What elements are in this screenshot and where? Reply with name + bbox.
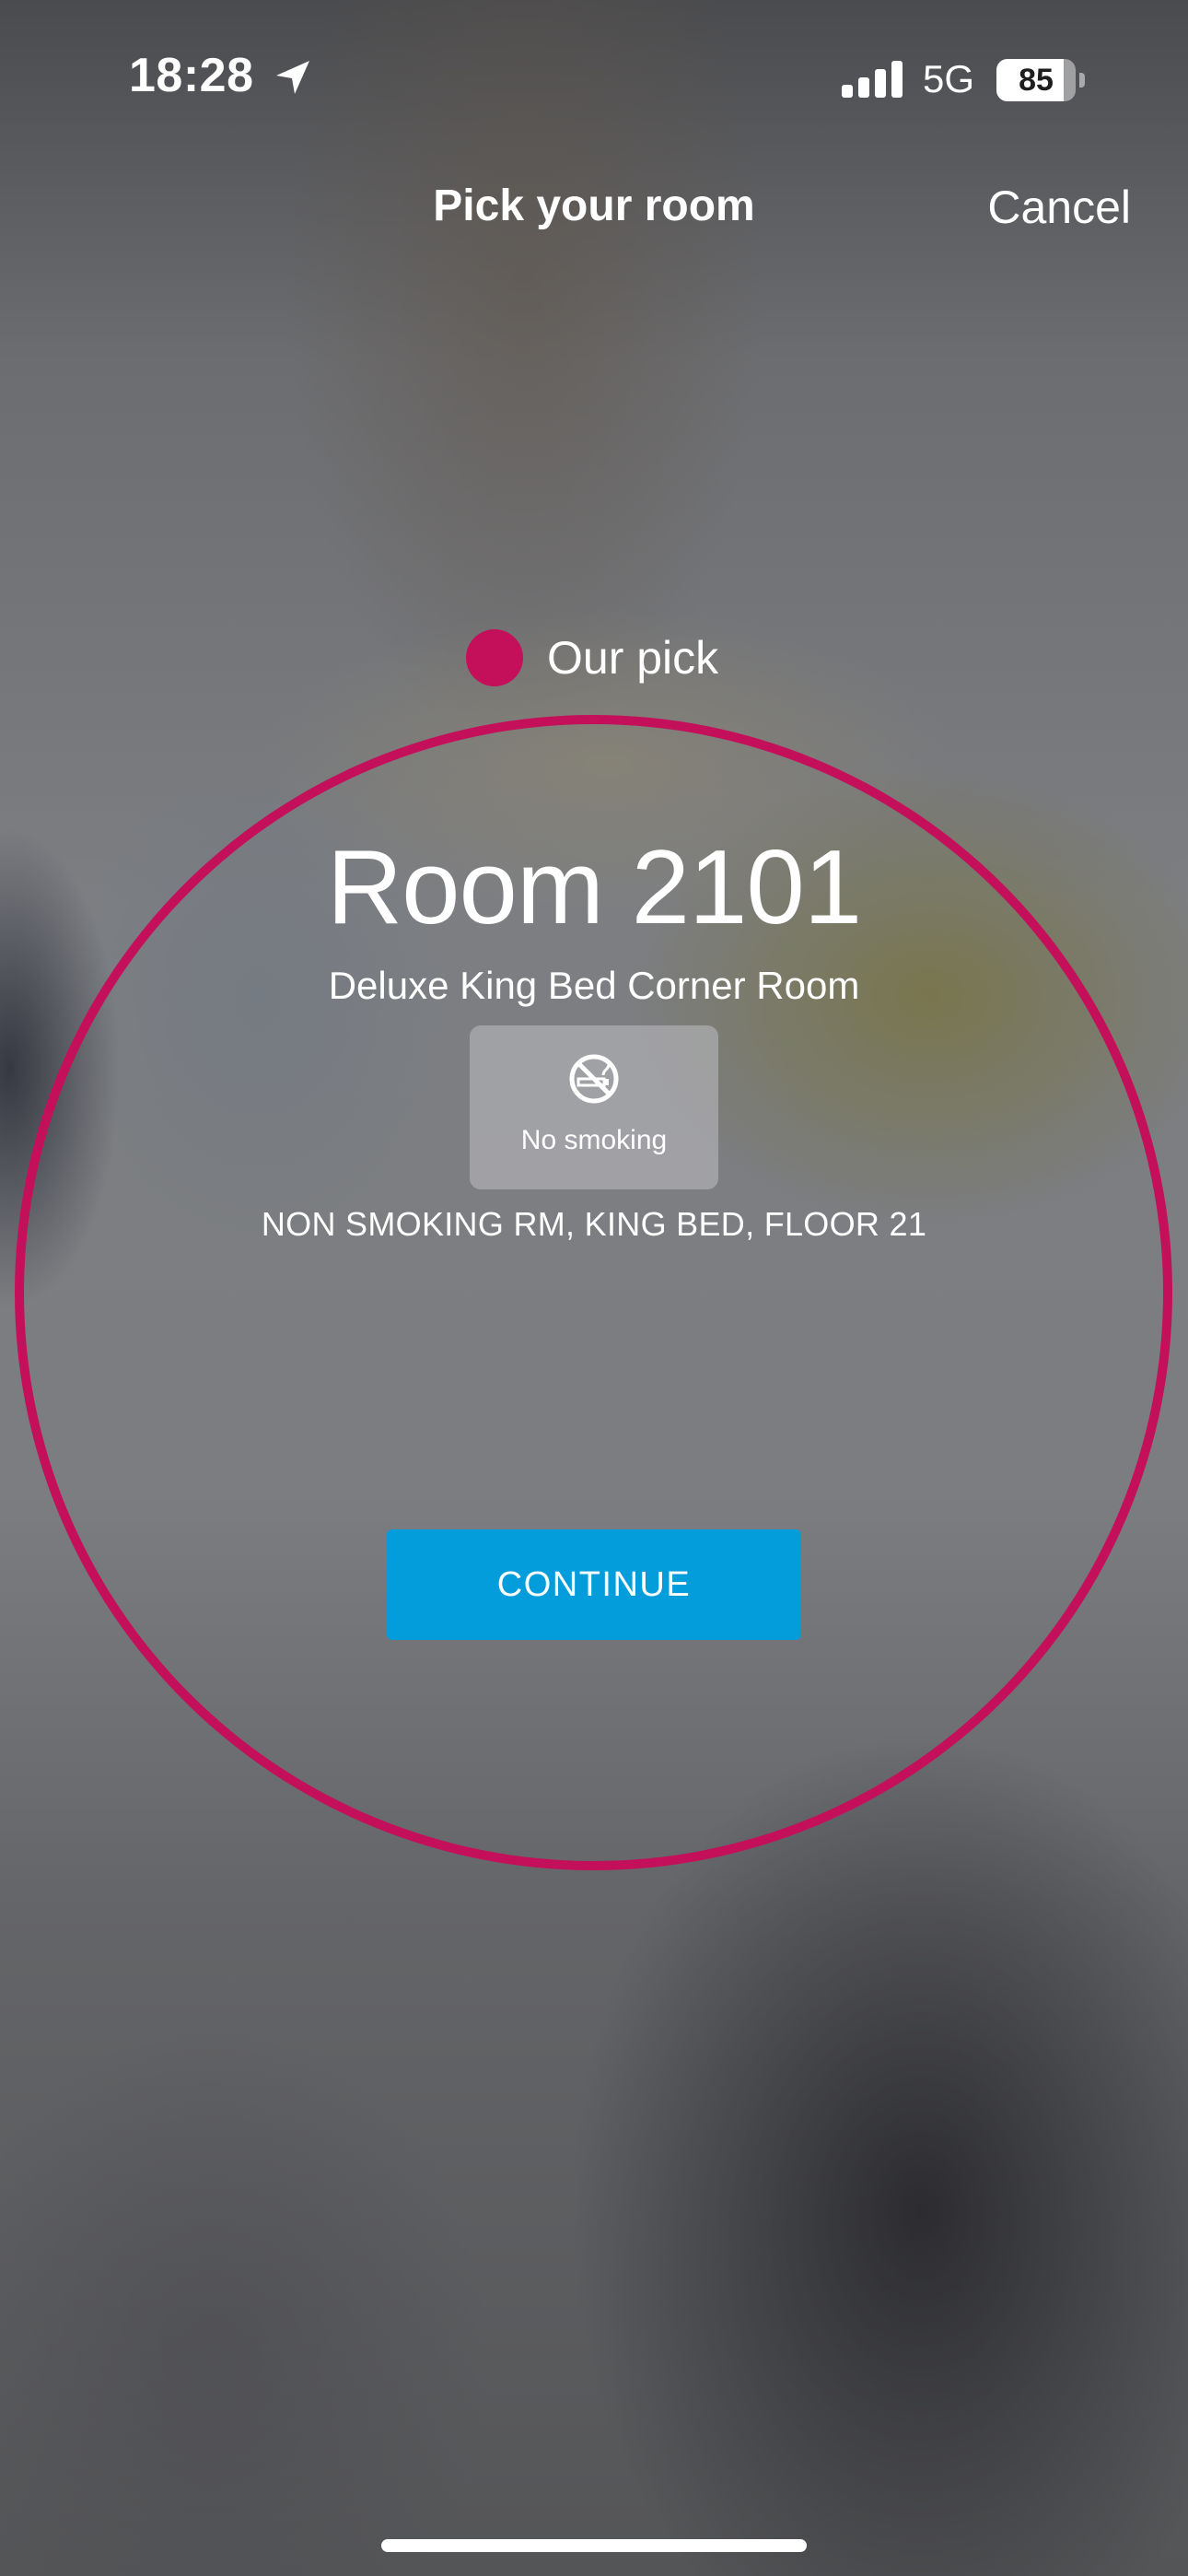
location-arrow-icon: [276, 61, 309, 94]
home-indicator[interactable]: [381, 2539, 807, 2552]
pick-room-screen: 18:28 5G 85 Pick your room Cancel Our pi…: [0, 0, 1188, 2576]
room-type: Deluxe King Bed Corner Room: [328, 964, 860, 1007]
battery-icon: 85: [996, 59, 1085, 101]
room-details: NON SMOKING RM, KING BED, FLOOR 21: [261, 1205, 927, 1243]
our-pick-badge: Our pick: [466, 629, 718, 686]
pick-dot-icon: [466, 629, 523, 686]
battery-level: 85: [1019, 63, 1054, 98]
status-time: 18:28: [129, 49, 254, 102]
cancel-button[interactable]: Cancel: [987, 181, 1131, 234]
no-smoking-icon: [569, 1054, 619, 1104]
room-number: Room 2101: [326, 829, 862, 946]
continue-button[interactable]: CONTINUE: [387, 1529, 801, 1640]
our-pick-label: Our pick: [547, 632, 719, 684]
status-bar: 18:28 5G 85: [0, 0, 1188, 157]
amenity-card-no-smoking: No smoking: [470, 1025, 718, 1189]
amenity-label: No smoking: [520, 1125, 668, 1155]
network-type: 5G: [923, 57, 975, 100]
cellular-signal-icon: [842, 61, 903, 98]
